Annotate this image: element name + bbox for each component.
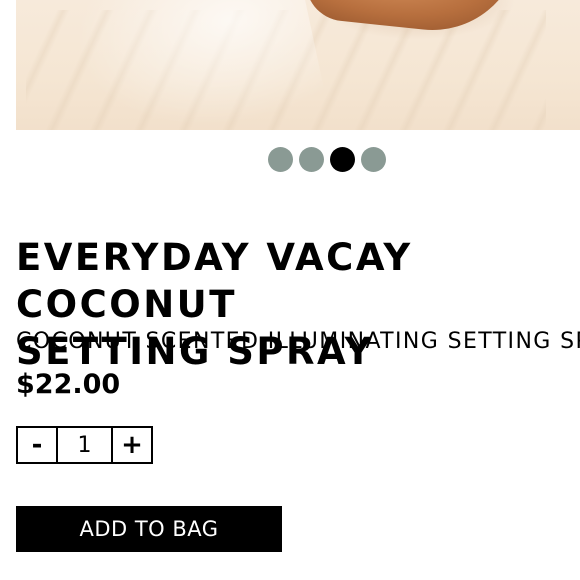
fabric-highlight <box>41 0 331 130</box>
product-image[interactable] <box>16 0 580 130</box>
carousel-dot-3[interactable] <box>330 147 355 172</box>
add-to-bag-button[interactable]: ADD TO BAG <box>16 506 282 552</box>
quantity-decrease-button[interactable]: - <box>18 428 58 462</box>
product-price: $22.00 <box>16 369 121 400</box>
carousel-dots <box>268 147 386 172</box>
quantity-input[interactable]: 1 <box>58 428 111 462</box>
product-page: EVERYDAY VACAY COCONUT SETTING SPRAY COC… <box>0 0 580 580</box>
quantity-stepper: - 1 + <box>16 426 153 464</box>
carousel-dot-2[interactable] <box>299 147 324 172</box>
carousel-dot-4[interactable] <box>361 147 386 172</box>
quantity-increase-button[interactable]: + <box>111 428 151 462</box>
carousel-dot-1[interactable] <box>268 147 293 172</box>
product-subtitle: COCONUT SCENTED ILLUMINATING SETTING SPR… <box>16 329 580 354</box>
